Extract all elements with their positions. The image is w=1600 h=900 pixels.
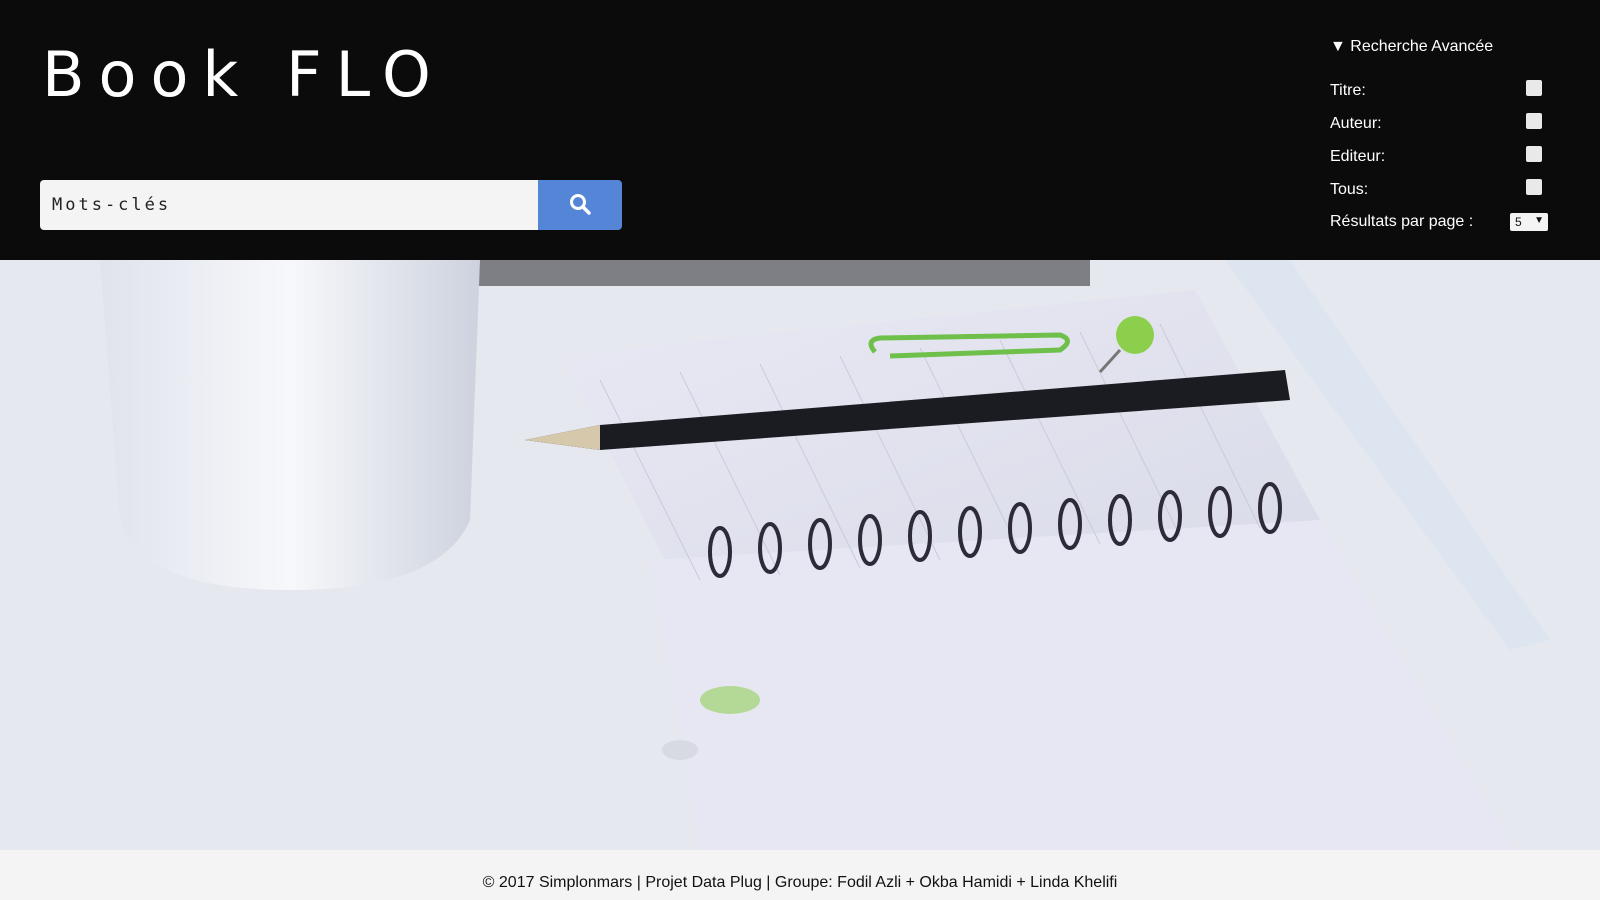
footer-credits: © 2017 Simplonmars | Projet Data Plug | …	[482, 874, 1118, 891]
chevron-down-icon: ▼	[1534, 215, 1544, 226]
results-per-page-select[interactable]: 5 ▼	[1510, 213, 1548, 231]
search-bar	[40, 180, 622, 230]
filter-row-editeur: Editeur:	[1330, 146, 1560, 170]
filter-row-auteur: Auteur:	[1330, 113, 1560, 137]
hero-image	[0, 260, 1600, 850]
filter-label: Auteur:	[1330, 115, 1382, 132]
results-per-page-row: Résultats par page : 5 ▼	[1330, 213, 1560, 235]
desk-notebook-photo	[0, 260, 1600, 850]
keyword-search-input[interactable]	[40, 180, 538, 230]
filter-row-tous: Tous:	[1330, 179, 1560, 203]
filter-checkbox-tous[interactable]	[1526, 179, 1542, 195]
filter-checkbox-titre[interactable]	[1526, 80, 1542, 96]
search-button[interactable]	[538, 180, 622, 230]
filter-checkbox-editeur[interactable]	[1526, 146, 1542, 162]
site-logo[interactable]: Book FLO	[42, 38, 445, 111]
filter-label: Tous:	[1330, 181, 1369, 198]
filter-label: Titre:	[1330, 82, 1366, 99]
site-header: Book FLO ▼ Recherche Avancée Titre: Aute…	[0, 0, 1600, 260]
filter-label: Editeur:	[1330, 148, 1386, 165]
results-per-page-label: Résultats par page :	[1330, 213, 1474, 230]
filter-checkbox-auteur[interactable]	[1526, 113, 1542, 129]
filter-row-titre: Titre:	[1330, 80, 1560, 104]
results-per-page-value: 5	[1515, 215, 1522, 229]
advanced-search-toggle[interactable]: ▼ Recherche Avancée	[1330, 38, 1493, 56]
site-footer: © 2017 Simplonmars | Projet Data Plug | …	[0, 850, 1600, 900]
search-icon	[568, 193, 592, 219]
